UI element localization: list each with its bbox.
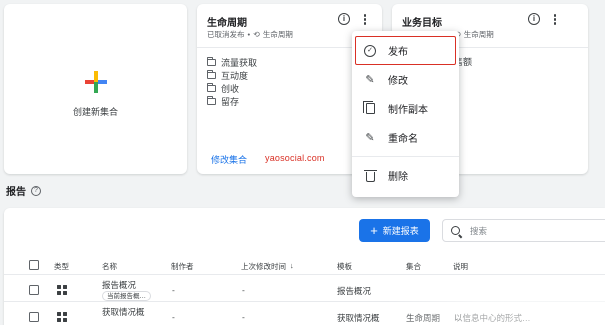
search-icon: [451, 226, 460, 235]
menu-item-label: 重命名: [388, 134, 418, 145]
menu-item-label: 制作副本: [388, 105, 428, 116]
dashboard-icon: [57, 285, 67, 295]
publish-status: 已取消发布: [207, 30, 245, 39]
section-title: 报告: [6, 187, 26, 198]
topic-item[interactable]: 创收: [207, 82, 257, 95]
menu-item-publish[interactable]: ✓ 发布: [355, 36, 456, 65]
more-vert-icon[interactable]: [360, 13, 370, 26]
topic-item[interactable]: 流量获取: [207, 56, 257, 69]
create-collection-card[interactable]: 创建新集合: [4, 4, 187, 174]
report-template: 获取情况概: [337, 313, 380, 323]
more-vert-icon[interactable]: [550, 13, 560, 26]
menu-item-edit[interactable]: ✎ 修改: [352, 65, 459, 94]
report-modified: -: [242, 312, 245, 322]
plus-icon: [84, 70, 107, 93]
plus-icon: +: [370, 222, 378, 238]
folder-icon: [207, 83, 216, 92]
trash-icon: [363, 169, 377, 182]
create-collection-label: 创建新集合: [72, 106, 118, 117]
watermark-text: yaosocial.com: [265, 153, 325, 163]
folder-icon: [207, 96, 216, 105]
column-name[interactable]: 名称: [102, 261, 117, 272]
menu-divider: [352, 156, 459, 157]
report-name[interactable]: 获取情况概: [102, 306, 145, 318]
menu-item-label: 发布: [388, 47, 408, 58]
sync-label: 生命周期: [463, 30, 494, 39]
collection-subtitle: ⟲ 生命周期: [454, 29, 494, 40]
new-report-button[interactable]: + 新建报表: [359, 219, 430, 242]
column-collection[interactable]: 集合: [406, 261, 421, 272]
report-creator: -: [172, 285, 175, 295]
reports-heading: 报告 ?: [6, 183, 41, 198]
report-description: 以信息中心的形式…: [454, 313, 531, 323]
info-icon[interactable]: i: [528, 13, 540, 25]
edit-collection-link[interactable]: 修改集合: [211, 153, 247, 166]
dashboard-icon: [57, 312, 67, 322]
topic-item[interactable]: 互动度: [207, 69, 257, 82]
help-icon[interactable]: ?: [31, 185, 41, 196]
row-checkbox[interactable]: [29, 285, 39, 295]
search-input[interactable]: [470, 225, 590, 236]
folder-icon: [207, 57, 216, 66]
report-name[interactable]: 报告概况: [102, 279, 136, 291]
menu-item-label: 修改: [388, 76, 408, 87]
column-modified[interactable]: 上次修改时间: [241, 261, 286, 272]
collection-context-menu: ✓ 发布 ✎ 修改 制作副本 ✎ 重命名 删除: [352, 31, 459, 197]
report-template: 报告概况: [337, 286, 372, 296]
table-row[interactable]: 获取情况概 - - 获取情况概 生命周期 以信息中心的形式…: [4, 303, 605, 325]
menu-item-label: 删除: [388, 172, 408, 183]
search-box[interactable]: [442, 219, 605, 242]
copy-icon: [362, 101, 376, 115]
new-report-label: 新建报表: [382, 226, 419, 236]
folder-icon: [207, 70, 216, 79]
report-chip: 当前报告概…: [102, 291, 151, 301]
row-checkbox[interactable]: [29, 312, 39, 322]
column-creator[interactable]: 制作者: [171, 261, 194, 272]
collection-title: 业务目标: [402, 18, 442, 29]
separator-dot: •: [247, 30, 251, 39]
collection-title: 生命周期: [207, 18, 247, 29]
info-icon[interactable]: i: [338, 13, 350, 25]
menu-item-rename[interactable]: ✎ 重命名: [352, 123, 459, 152]
sort-arrow-icon[interactable]: ↓: [290, 261, 294, 270]
column-description[interactable]: 说明: [453, 261, 468, 272]
table-header: 类型 名称 制作者 上次修改时间 ↓ 模板 集合 说明: [4, 255, 605, 275]
topic-item[interactable]: 留存: [207, 95, 257, 108]
column-type[interactable]: 类型: [54, 261, 69, 272]
report-collection: 生命周期: [406, 313, 441, 323]
menu-item-copy[interactable]: 制作副本: [352, 94, 459, 123]
column-template[interactable]: 模板: [337, 261, 352, 272]
select-all-checkbox[interactable]: [29, 260, 39, 270]
reports-panel: + 新建报表 类型 名称 制作者 上次修改时间 ↓ 模板 集合 说明 报告概况 …: [4, 208, 605, 325]
collection-subtitle: 已取消发布 • ⟲ 生命周期: [207, 29, 293, 40]
report-modified: -: [242, 285, 245, 295]
table-row[interactable]: 报告概况 当前报告概… - - 报告概况: [4, 276, 605, 302]
report-creator: -: [172, 312, 175, 322]
check-circle-icon: ✓: [364, 44, 376, 57]
sync-icon: ⟲: [253, 30, 260, 39]
sync-label: 生命周期: [262, 30, 293, 39]
pencil-icon: ✎: [365, 74, 375, 86]
pencil-icon: ✎: [365, 132, 375, 144]
collection-topics: 流量获取 互动度 创收 留存: [207, 56, 257, 108]
menu-item-delete[interactable]: 删除: [352, 161, 459, 190]
